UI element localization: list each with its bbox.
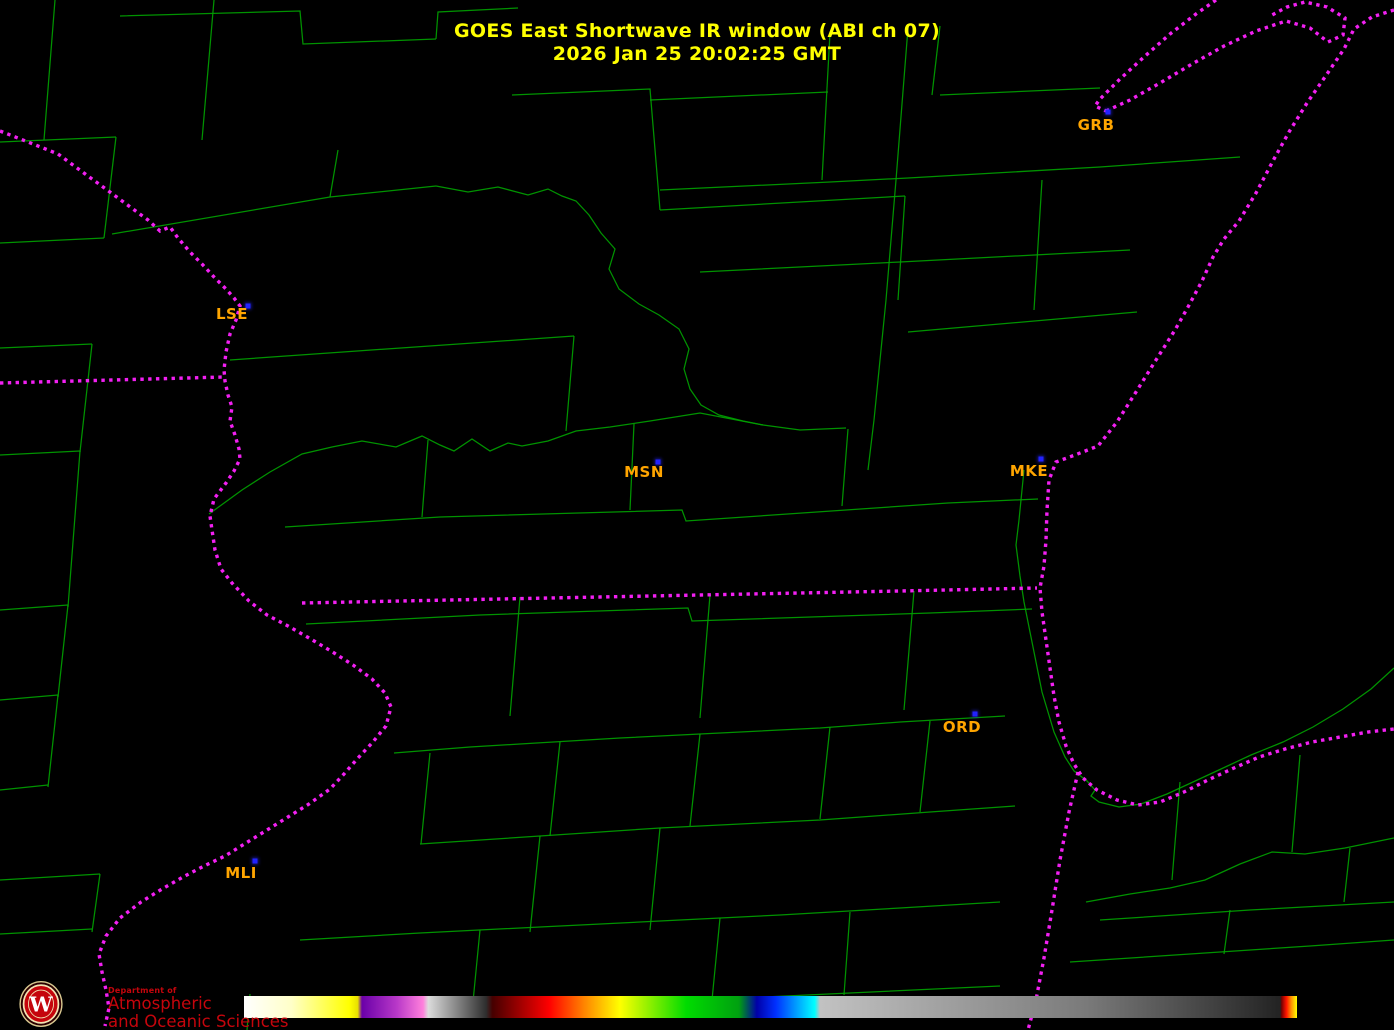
station-label-msn: MSN — [624, 463, 664, 481]
station-label-grb: GRB — [1078, 116, 1115, 134]
title-line-2: 2026 Jan 25 20:02:25 GMT — [0, 43, 1394, 66]
logo-line-1: Atmospheric — [108, 995, 289, 1012]
station-marker-mke — [1039, 457, 1044, 462]
uw-aos-logo: W Department of Atmospheric and Oceanic … — [8, 981, 289, 1030]
map-svg — [0, 0, 1394, 1030]
station-marker-mli — [253, 859, 258, 864]
county-boundaries-layer — [0, 0, 1394, 1030]
station-marker-grb — [1106, 110, 1111, 115]
logo-wordmark: Department of Atmospheric and Oceanic Sc… — [108, 987, 289, 1030]
svg-text:W: W — [28, 992, 53, 1017]
state-border-layer — [0, 0, 1394, 1030]
station-label-mli: MLI — [225, 864, 257, 882]
logo-line-2: and Oceanic Sciences — [108, 1013, 289, 1030]
ir-enhancement-colorbar — [244, 996, 1297, 1018]
station-label-ord: ORD — [943, 718, 981, 736]
title-line-1: GOES East Shortwave IR window (ABI ch 07… — [0, 20, 1394, 43]
station-marker-ord — [973, 712, 978, 717]
uw-crest-icon: W — [8, 981, 74, 1027]
satellite-image-viewport: GOES East Shortwave IR window (ABI ch 07… — [0, 0, 1394, 1030]
station-label-mke: MKE — [1010, 462, 1048, 480]
image-title: GOES East Shortwave IR window (ABI ch 07… — [0, 20, 1394, 66]
station-label-lse: LSE — [216, 305, 248, 323]
